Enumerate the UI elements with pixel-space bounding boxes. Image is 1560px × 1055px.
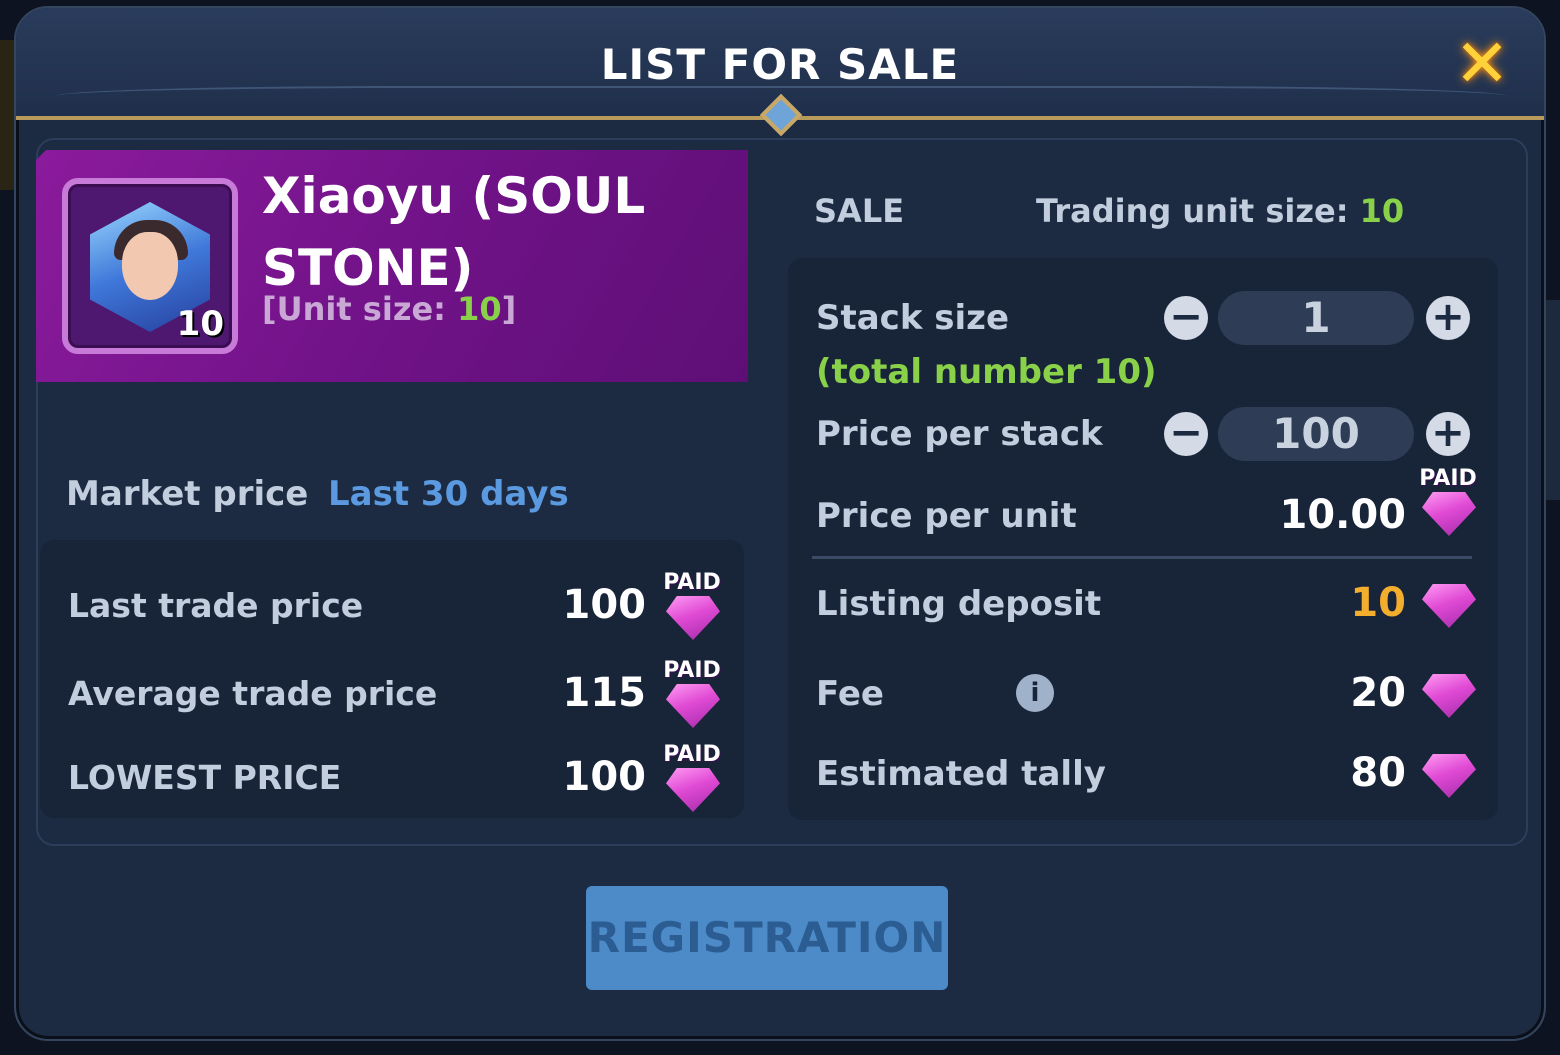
gem-icon bbox=[1422, 584, 1476, 628]
market-row-average-trade: Average trade price 115 PAID bbox=[40, 658, 744, 728]
gem-icon bbox=[666, 596, 720, 640]
section-divider bbox=[812, 556, 1472, 559]
estimated-tally-value: 80 bbox=[1350, 750, 1406, 796]
unit-size-suffix: ] bbox=[501, 290, 517, 328]
minus-icon[interactable]: − bbox=[1164, 412, 1208, 456]
item-name: Xiaoyu (SOUL STONE) bbox=[262, 167, 646, 297]
paid-label: PAID bbox=[663, 570, 721, 595]
price-per-unit-label: Price per unit bbox=[816, 496, 1077, 536]
estimated-tally-label: Estimated tally bbox=[816, 754, 1106, 794]
paid-gem-badge: PAID bbox=[660, 570, 724, 640]
item-unit-size: [Unit size: 10] bbox=[262, 290, 516, 328]
portrait-face bbox=[122, 232, 178, 300]
listing-deposit-row: Listing deposit 10 bbox=[788, 576, 1498, 636]
fee-row: Fee i 20 bbox=[788, 666, 1498, 726]
price-per-stack-input[interactable]: 100 bbox=[1218, 407, 1414, 461]
modal-title: LIST FOR SALE bbox=[600, 40, 960, 89]
item-count: 10 bbox=[176, 304, 224, 344]
market-price-label: Market price bbox=[66, 474, 309, 514]
row-value: 115 bbox=[562, 670, 647, 716]
stack-size-label: Stack size bbox=[816, 298, 1010, 338]
sale-panel: Stack size (total number 10) − 1 + Price… bbox=[788, 258, 1498, 820]
item-icon: 10 bbox=[62, 178, 238, 354]
listing-deposit-label: Listing deposit bbox=[816, 584, 1102, 624]
market-row-lowest-price: LOWEST PRICE 100 PAID bbox=[40, 742, 744, 812]
unit-size-prefix: [Unit size: bbox=[262, 290, 458, 328]
minus-icon[interactable]: − bbox=[1164, 296, 1208, 340]
gem-icon bbox=[1422, 492, 1476, 536]
paid-gem-badge: PAID bbox=[1416, 466, 1480, 536]
estimated-tally-row: Estimated tally 80 bbox=[788, 746, 1498, 806]
row-value: 100 bbox=[562, 582, 647, 628]
stack-size-input[interactable]: 1 bbox=[1218, 291, 1414, 345]
gem-icon bbox=[1422, 674, 1476, 718]
paid-label: PAID bbox=[663, 658, 721, 683]
price-per-stack-label: Price per stack bbox=[816, 414, 1103, 454]
row-label: Average trade price bbox=[68, 674, 438, 713]
trading-unit-value: 10 bbox=[1359, 192, 1405, 230]
gem-icon bbox=[666, 684, 720, 728]
unit-size-value: 10 bbox=[457, 290, 502, 328]
stack-size-total: (total number 10) bbox=[816, 352, 1157, 392]
market-row-last-trade: Last trade price 100 PAID bbox=[40, 570, 744, 640]
plus-icon[interactable]: + bbox=[1426, 296, 1470, 340]
market-price-panel: Last trade price 100 PAID Average trade … bbox=[40, 540, 744, 818]
fee-value: 20 bbox=[1350, 670, 1406, 716]
paid-gem-badge: PAID bbox=[660, 658, 724, 728]
fee-label: Fee bbox=[816, 674, 884, 714]
trading-unit-label: Trading unit size: bbox=[1036, 192, 1360, 230]
gem-icon bbox=[666, 768, 720, 812]
row-value: 100 bbox=[562, 754, 647, 800]
gem-icon bbox=[1422, 754, 1476, 798]
market-period-selector[interactable]: Last 30 days bbox=[328, 474, 569, 514]
row-label: Last trade price bbox=[68, 586, 364, 625]
row-label: LOWEST PRICE bbox=[68, 758, 342, 797]
sale-label: SALE bbox=[814, 192, 905, 230]
paid-label: PAID bbox=[1419, 466, 1477, 491]
paid-label: PAID bbox=[663, 742, 721, 767]
trading-unit-size: Trading unit size: 10 bbox=[1036, 192, 1404, 230]
listing-deposit-value: 10 bbox=[1350, 580, 1406, 626]
price-per-unit-row: Price per unit 10.00 PAID bbox=[788, 466, 1498, 546]
price-per-unit-value: 10.00 bbox=[1279, 492, 1406, 538]
close-icon[interactable]: ✕ bbox=[1450, 31, 1514, 97]
registration-button[interactable]: REGISTRATION bbox=[586, 886, 948, 990]
paid-gem-badge: PAID bbox=[660, 742, 724, 812]
plus-icon[interactable]: + bbox=[1426, 412, 1470, 456]
info-icon[interactable]: i bbox=[1016, 674, 1054, 712]
